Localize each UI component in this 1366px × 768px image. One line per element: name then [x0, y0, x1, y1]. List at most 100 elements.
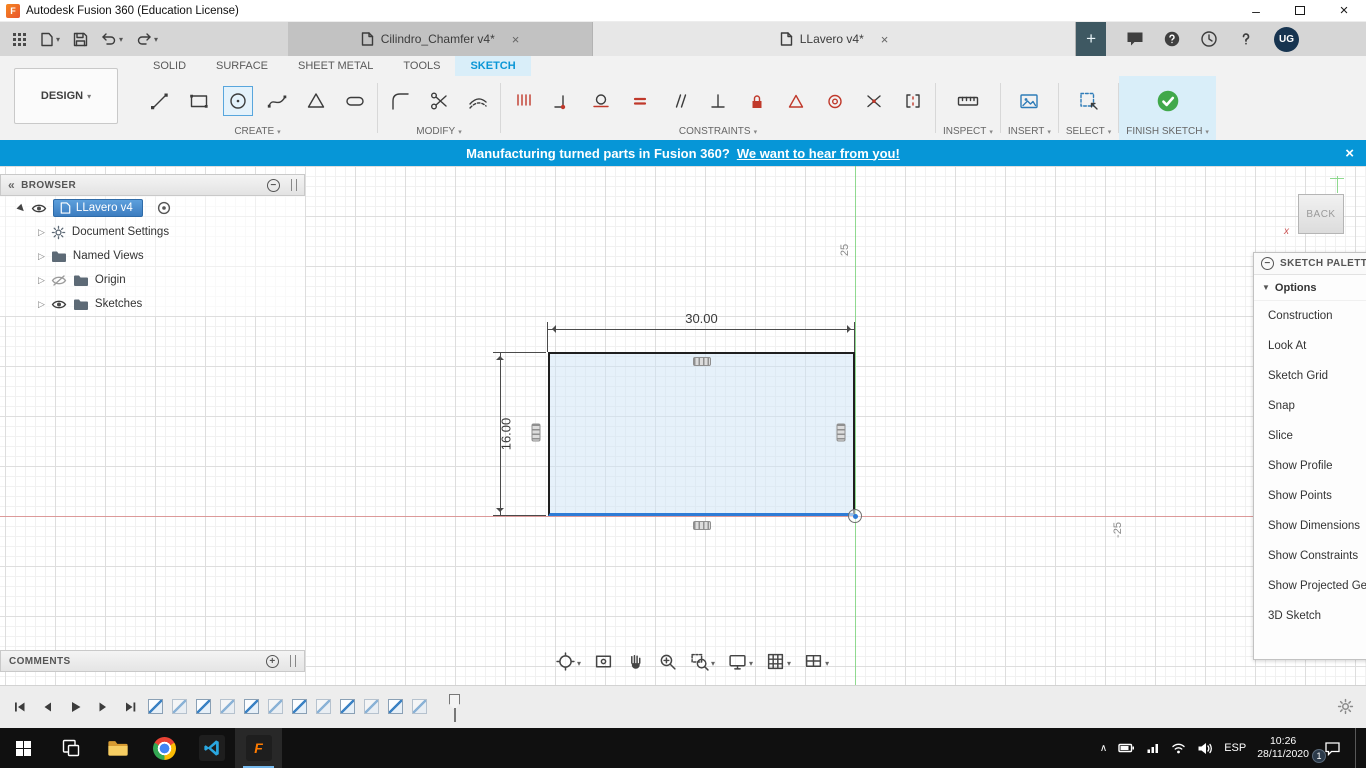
perpendicular-constraint-icon[interactable] — [703, 86, 733, 116]
vscode-icon[interactable] — [188, 728, 235, 768]
battery-icon[interactable] — [1118, 742, 1135, 754]
tab-tools[interactable]: TOOLS — [388, 56, 455, 76]
comment-icon[interactable] — [1126, 31, 1144, 47]
help-icon[interactable] — [1237, 30, 1255, 48]
network-bars-icon[interactable] — [1146, 742, 1160, 754]
browser-item-origin[interactable]: Origin — [0, 268, 305, 292]
user-avatar[interactable]: UG — [1274, 26, 1300, 52]
midpoint-constraint-icon[interactable] — [781, 86, 811, 116]
horizontal-constraint-badge[interactable] — [693, 357, 711, 366]
visibility-eye-icon[interactable] — [51, 299, 67, 310]
chevron-down-icon[interactable] — [749, 655, 753, 669]
step-forward-icon[interactable] — [96, 700, 110, 714]
timeline-feature-icon[interactable] — [268, 699, 283, 714]
step-back-icon[interactable] — [40, 700, 54, 714]
timeline-feature-icon[interactable] — [388, 699, 403, 714]
start-button[interactable] — [0, 728, 47, 768]
grid-snap-icon[interactable] — [766, 652, 791, 671]
palette-options-header[interactable]: Options — [1254, 275, 1366, 301]
browser-header[interactable]: BROWSER — [0, 174, 305, 196]
timeline-feature-icon[interactable] — [412, 699, 427, 714]
browser-item-named-views[interactable]: Named Views — [0, 244, 305, 268]
width-dimension-label[interactable]: 30.00 — [548, 311, 855, 326]
fusion-360-taskbar-icon[interactable] — [235, 728, 282, 768]
palette-item-snap[interactable]: Snap — [1254, 391, 1366, 421]
viewports-icon[interactable] — [804, 652, 829, 671]
canvas[interactable]: 30.00 16.00 25 -25 BACK x BROWSER — [0, 166, 1366, 685]
timeline-feature-icon[interactable] — [316, 699, 331, 714]
eye-slash-icon[interactable] — [51, 274, 67, 286]
chevron-down-icon[interactable] — [577, 655, 581, 669]
panel-grip-handle[interactable] — [290, 655, 296, 667]
spline-tool-icon[interactable] — [262, 86, 292, 116]
group-label-create[interactable]: CREATE — [145, 124, 370, 139]
fix-constraint-icon[interactable] — [742, 86, 772, 116]
symmetry-constraint-icon[interactable] — [898, 86, 928, 116]
finish-sketch-icon[interactable] — [1153, 86, 1183, 116]
vertical-constraint-badge[interactable] — [836, 423, 846, 442]
timeline-settings-gear-icon[interactable] — [1337, 698, 1354, 715]
show-desktop-button[interactable] — [1355, 728, 1360, 768]
height-dimension-label[interactable]: 16.00 — [499, 418, 514, 451]
viewcube-back-face[interactable]: BACK — [1298, 194, 1344, 234]
fillet-tool-icon[interactable] — [385, 86, 415, 116]
timeline-feature-icon[interactable] — [244, 699, 259, 714]
display-settings-icon[interactable] — [728, 652, 753, 671]
timeline-feature-icon[interactable] — [196, 699, 211, 714]
timeline-feature-icon[interactable] — [340, 699, 355, 714]
app-grid-icon[interactable] — [12, 32, 27, 47]
panel-grip-handle[interactable] — [291, 179, 297, 191]
timeline-feature-icon[interactable] — [292, 699, 307, 714]
minimize-panel-icon[interactable] — [1261, 257, 1274, 270]
play-icon[interactable] — [68, 700, 82, 714]
tab-solid[interactable]: SOLID — [138, 56, 201, 76]
document-tab-cilindro[interactable]: Cilindro_Chamfer v4* — [288, 22, 594, 56]
task-view-button[interactable] — [47, 728, 94, 768]
timeline-feature-icon[interactable] — [148, 699, 163, 714]
chevron-down-icon[interactable] — [787, 655, 791, 669]
sketch-palette-header[interactable]: SKETCH PALETTE — [1254, 253, 1366, 275]
palette-item-show-profile[interactable]: Show Profile — [1254, 451, 1366, 481]
zoom-icon[interactable] — [658, 652, 677, 671]
horizontal-vertical-constraint-icon[interactable] — [508, 86, 538, 116]
document-tab-llavero[interactable]: LLavero v4* — [593, 22, 1077, 56]
collapse-panel-icon[interactable] — [8, 178, 15, 192]
wifi-icon[interactable] — [1171, 742, 1186, 755]
banner-close-icon[interactable] — [1345, 140, 1354, 166]
insert-image-icon[interactable] — [1014, 86, 1044, 116]
redo-icon[interactable] — [136, 32, 158, 46]
rectangle-tool-icon[interactable] — [184, 86, 214, 116]
select-tool-icon[interactable] — [1074, 86, 1104, 116]
collapsed-arrow-icon[interactable] — [38, 298, 45, 310]
horizontal-constraint-badge[interactable] — [693, 521, 711, 530]
group-label-finish-sketch[interactable]: FINISH SKETCH — [1126, 124, 1209, 139]
concentric-constraint-icon[interactable] — [820, 86, 850, 116]
line-tool-icon[interactable] — [145, 86, 175, 116]
palette-item-slice[interactable]: Slice — [1254, 421, 1366, 451]
language-indicator[interactable]: ESP — [1224, 742, 1246, 754]
new-tab-button[interactable] — [1076, 22, 1107, 56]
go-to-start-icon[interactable] — [12, 700, 26, 714]
group-label-modify[interactable]: MODIFY — [385, 124, 493, 139]
close-tab-icon[interactable] — [881, 32, 889, 47]
timeline-feature-icon[interactable] — [364, 699, 379, 714]
circle-tool-icon[interactable] — [223, 85, 253, 116]
timeline-feature-icon[interactable] — [220, 699, 235, 714]
taskbar-clock[interactable]: 10:26 28/11/2020 — [1257, 735, 1309, 761]
palette-item-3d-sketch[interactable]: 3D Sketch — [1254, 601, 1366, 631]
group-label-inspect[interactable]: INSPECT — [943, 124, 993, 139]
expanded-arrow-icon[interactable] — [15, 202, 28, 215]
browser-item-sketches[interactable]: Sketches — [0, 292, 305, 316]
minimize-button[interactable] — [1234, 0, 1278, 21]
action-center-icon[interactable]: 1 — [1312, 735, 1344, 763]
assistant-icon[interactable] — [1163, 30, 1181, 48]
coincident-constraint-icon[interactable] — [547, 86, 577, 116]
collapsed-arrow-icon[interactable] — [38, 250, 45, 262]
comments-panel[interactable]: COMMENTS — [0, 650, 305, 672]
trim-tool-icon[interactable] — [424, 86, 454, 116]
active-document-chip[interactable]: LLavero v4 — [52, 199, 143, 217]
browser-item-document-settings[interactable]: Document Settings — [0, 220, 305, 244]
vertical-constraint-badge[interactable] — [531, 423, 541, 442]
tab-surface[interactable]: SURFACE — [201, 56, 283, 76]
tab-sketch[interactable]: SKETCH — [455, 56, 531, 76]
